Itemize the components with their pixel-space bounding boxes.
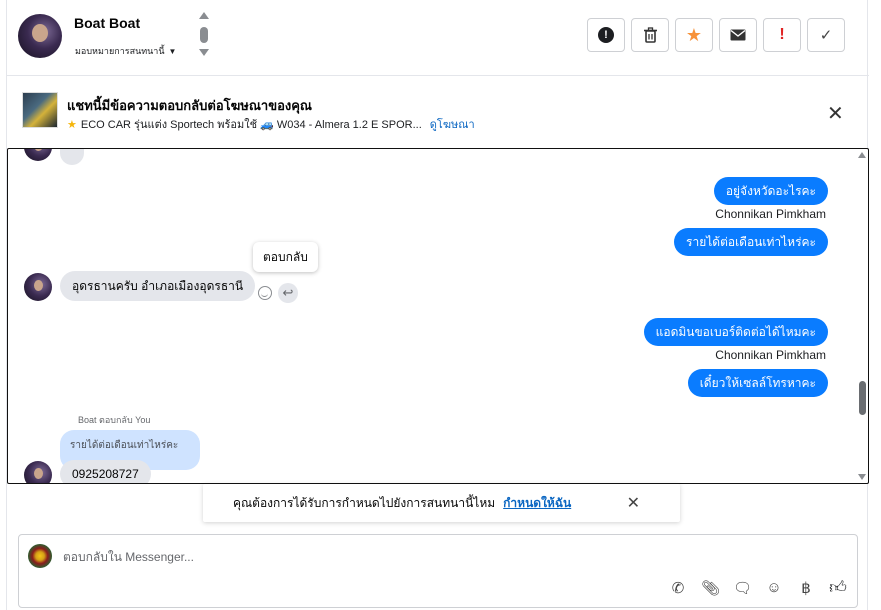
- spam-button[interactable]: !: [587, 18, 625, 52]
- star-icon: ★: [67, 118, 77, 131]
- close-icon[interactable]: ✕: [627, 493, 640, 513]
- close-icon[interactable]: ✕: [827, 101, 844, 126]
- message-bubble-out[interactable]: อยู่จังหวัดอะไรคะ: [713, 177, 828, 205]
- sender-name: Chonnikan Pimkham: [715, 348, 826, 362]
- conversation-header: Boat Boat มอบหมายการสนทนานี้ ▼ ! ★ ! ✓: [7, 0, 869, 76]
- conversation-nav[interactable]: [197, 12, 211, 60]
- ad-banner: แชทนี้มีข้อความตอบกลับต่อโฆษณาของคุณ ★ E…: [7, 77, 869, 147]
- message-actions: ↩: [258, 283, 298, 303]
- scroll-up-arrow[interactable]: [858, 152, 866, 158]
- action-toolbar: ! ★ ! ✓: [587, 18, 845, 52]
- done-button[interactable]: ✓: [807, 18, 845, 52]
- chat-bubble-icon[interactable]: 🗨︎: [733, 579, 752, 597]
- avatar: [24, 273, 52, 301]
- scrollbar-thumb[interactable]: [859, 381, 866, 415]
- message-bubble-in[interactable]: อุดรธานครับ อำเภอเมืองอุดรธานี: [60, 271, 256, 301]
- react-smiley-icon[interactable]: [258, 286, 272, 300]
- assign-prompt-text: คุณต้องการได้รับการกำหนดไปยังการสนทนานี้…: [233, 495, 496, 510]
- reply-input[interactable]: [63, 547, 663, 567]
- caret-down-icon: ▼: [168, 46, 177, 56]
- star-button[interactable]: ★: [675, 18, 713, 52]
- chevron-up-icon[interactable]: [199, 12, 209, 19]
- scroll-down-arrow[interactable]: [858, 474, 866, 480]
- ad-title: แชทนี้มีข้อความตอบกลับต่อโฆษณาของคุณ: [67, 98, 312, 113]
- assign-prompt: คุณต้องการได้รับการกำหนดไปยังการสนทนานี้…: [203, 484, 680, 522]
- assign-dropdown[interactable]: มอบหมายการสนทนานี้ ▼: [75, 44, 176, 58]
- smiley-icon[interactable]: ☺: [765, 579, 783, 596]
- envelope-icon: [730, 29, 746, 41]
- chevron-down-icon[interactable]: [199, 49, 209, 56]
- phone-add-icon[interactable]: ✆: [669, 579, 687, 597]
- check-icon: ✓: [819, 27, 833, 44]
- reply-composer: ✆ 📎︎ 🗨︎ ☺ ฿ 👍︎: [18, 534, 858, 608]
- exclamation-icon: !: [779, 26, 785, 43]
- avatar: [24, 149, 52, 161]
- follow-up-button[interactable]: !: [763, 18, 801, 52]
- reply-context-label: Boat ตอบกลับ You: [78, 415, 151, 425]
- trash-icon: [643, 27, 657, 43]
- composer-tools: ✆ 📎︎ 🗨︎ ☺ ฿ 👍︎: [669, 577, 847, 598]
- reply-icon[interactable]: ↩: [278, 283, 298, 303]
- message-bubble-in[interactable]: [60, 149, 84, 165]
- reply-tooltip: ตอบกลับ: [253, 242, 318, 272]
- paperclip-icon[interactable]: 📎︎: [701, 579, 720, 597]
- conversation-panel: Boat Boat มอบหมายการสนทนานี้ ▼ ! ★ ! ✓ แ…: [6, 0, 869, 610]
- message-bubble-in[interactable]: 0925208727: [60, 460, 151, 483]
- ad-subtitle: ECO CAR รุ่นแต่ง Sportech พร้อมใช้ 🚙 W03…: [80, 119, 422, 131]
- alert-circle-icon: !: [598, 27, 614, 43]
- mark-unread-button[interactable]: [719, 18, 757, 52]
- message-bubble-out[interactable]: แอดมินขอเบอร์ติดต่อได้ไหมคะ: [643, 318, 828, 346]
- assign-to-me-link[interactable]: กำหนดให้ฉัน: [503, 494, 571, 513]
- baht-icon[interactable]: ฿: [797, 579, 815, 597]
- view-ad-link[interactable]: ดูโฆษณา: [430, 115, 475, 133]
- avatar[interactable]: [18, 14, 62, 58]
- message-bubble-out[interactable]: รายได้ต่อเดือนเท่าไหร่คะ: [674, 228, 828, 256]
- assign-label: มอบหมายการสนทนานี้: [75, 46, 165, 56]
- ad-thumbnail[interactable]: [22, 92, 58, 128]
- ad-subtitle-row: ★ ECO CAR รุ่นแต่ง Sportech พร้อมใช้ 🚙 W…: [67, 115, 475, 133]
- contact-name[interactable]: Boat Boat: [74, 15, 140, 31]
- delete-button[interactable]: [631, 18, 669, 52]
- nav-handle: [200, 27, 208, 43]
- thumbs-up-icon[interactable]: 👍︎: [829, 577, 847, 598]
- sender-name: Chonnikan Pimkham: [715, 207, 826, 221]
- message-bubble-out[interactable]: เดี๋ยวให้เซลล์โทรหาคะ: [687, 369, 828, 397]
- page-avatar: [28, 544, 52, 568]
- message-thread[interactable]: อยู่จังหวัดอะไรคะ Chonnikan Pimkham รายไ…: [7, 148, 869, 484]
- avatar: [24, 461, 52, 483]
- star-icon: ★: [685, 24, 703, 45]
